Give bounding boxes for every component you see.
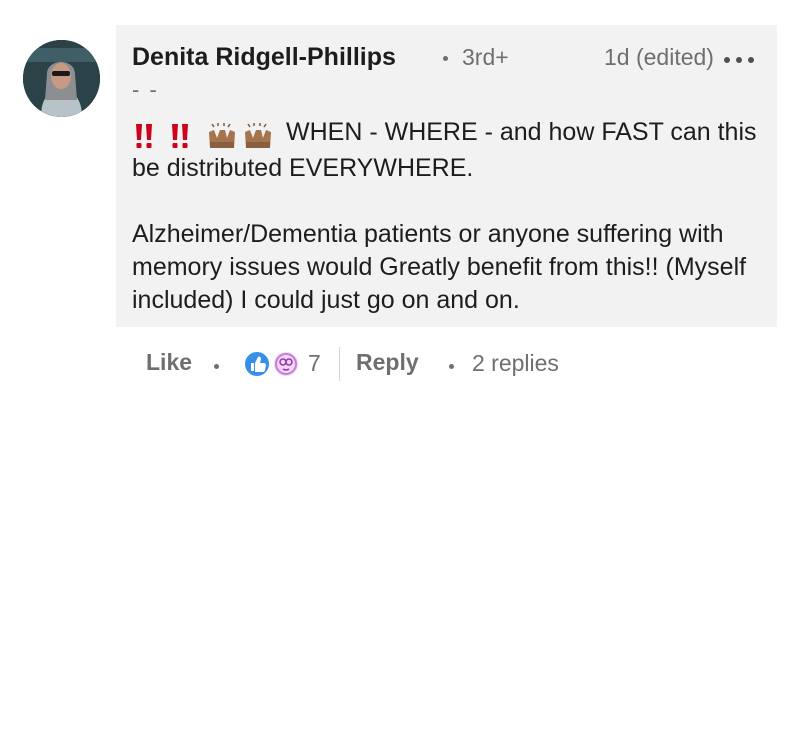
replies-link[interactable]: 2 replies <box>472 350 559 377</box>
curious-reaction-icon <box>272 350 300 378</box>
reactions-summary[interactable] <box>242 349 306 379</box>
like-reaction-icon <box>243 350 271 378</box>
comment-actions: Like 7 Reply 2 replies <box>146 347 746 381</box>
comment-paragraph-2: Alzheimer/Dementia patients or anyone su… <box>132 220 747 314</box>
connection-degree: 3rd+ <box>462 44 509 70</box>
author-name[interactable]: Denita Ridgell-Phillips <box>132 43 396 72</box>
comment-paragraph-1: WHEN - WHERE - and how FAST can this be … <box>132 116 762 185</box>
reply-button[interactable]: Reply <box>356 349 419 376</box>
emoji-group <box>132 119 280 152</box>
like-button[interactable]: Like <box>146 349 192 376</box>
double-exclamation-icon <box>136 124 152 149</box>
separator-dot <box>449 364 454 369</box>
separator-dot <box>214 364 219 369</box>
raising-hands-icon <box>245 123 271 149</box>
author-avatar[interactable] <box>23 40 100 117</box>
author-headline: - - <box>132 77 159 102</box>
more-options-icon[interactable] <box>724 47 754 69</box>
comment-timestamp: 1d (edited) <box>604 44 714 70</box>
action-divider <box>339 347 340 381</box>
reaction-count[interactable]: 7 <box>308 350 321 377</box>
comment-body: WHEN - WHERE - and how FAST can this be … <box>132 116 762 317</box>
profile-photo-icon <box>23 40 100 117</box>
raising-hands-icon <box>209 123 235 149</box>
separator-dot <box>443 56 448 61</box>
double-exclamation-icon <box>172 124 188 149</box>
comment-bubble: Denita Ridgell-Phillips 3rd+ 1d (edited)… <box>116 25 777 327</box>
comment-header: Denita Ridgell-Phillips 3rd+ 1d (edited) <box>132 43 757 73</box>
